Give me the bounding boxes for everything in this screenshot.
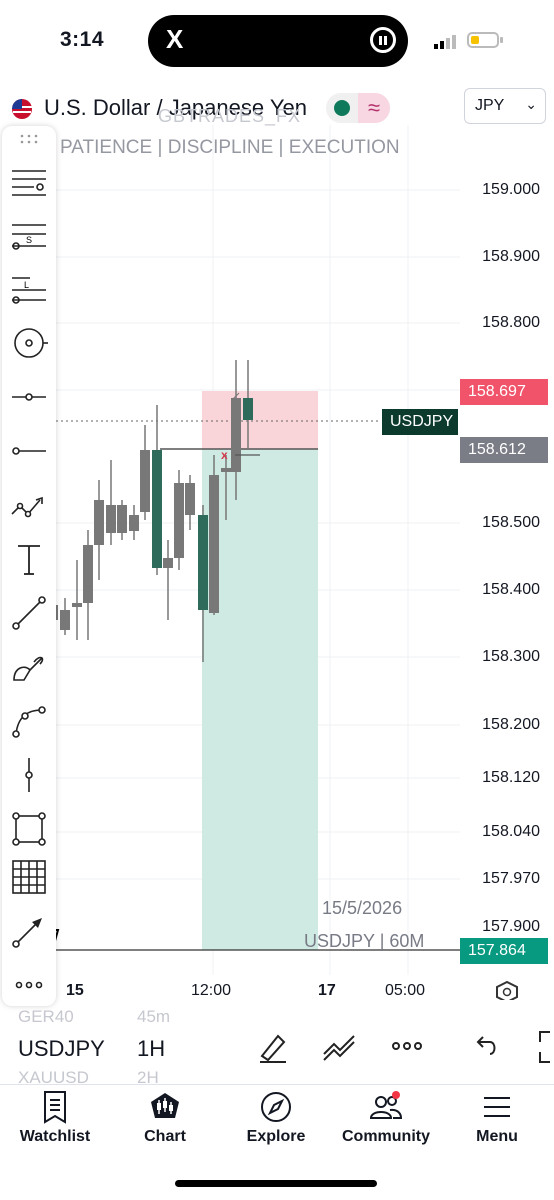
crosshair-lines-icon[interactable] — [10, 162, 48, 200]
watermark-motto: PATIENCE | DISCIPLINE | EXECUTION — [60, 137, 400, 158]
market-open-icon — [334, 100, 350, 116]
candle — [94, 500, 104, 545]
candle — [185, 483, 195, 515]
candle — [83, 545, 93, 603]
svg-text:S: S — [26, 235, 32, 245]
more-tools-icon[interactable] — [10, 966, 48, 1004]
arrow-icon[interactable] — [10, 912, 48, 950]
nav-menu[interactable]: Menu — [447, 1090, 547, 1146]
price-tick: 158.300 — [482, 648, 540, 665]
stop-loss-zone[interactable] — [202, 391, 318, 449]
candle — [198, 515, 208, 610]
home-indicator[interactable] — [175, 1180, 377, 1187]
trend-pattern-icon[interactable] — [10, 486, 48, 524]
symbol-selector[interactable]: USDJPY — [18, 1036, 105, 1062]
candle — [243, 398, 253, 420]
menu-icon — [484, 1097, 510, 1117]
price-tick: 158.900 — [482, 248, 540, 265]
candle — [221, 468, 231, 472]
horizontal-ray-icon[interactable] — [10, 378, 48, 416]
time-label: 15 — [66, 982, 84, 999]
rectangle-icon[interactable] — [10, 810, 48, 848]
watermark-name: GBTRADES_FX — [158, 106, 302, 126]
short-position-icon[interactable]: S — [10, 216, 48, 254]
symbol-interval-label: USDJPY | 60M — [304, 931, 425, 951]
nav-label: Menu — [476, 1128, 518, 1145]
candle — [72, 603, 82, 607]
ghost-symbol: XAUUSD — [18, 1068, 89, 1087]
fullscreen-icon[interactable] — [536, 1030, 554, 1064]
price-tick: 157.970 — [482, 870, 540, 887]
flag-icon — [12, 99, 32, 119]
pen-icon[interactable] — [256, 1030, 290, 1064]
ghost-symbol: GER40 — [18, 1007, 74, 1026]
candle — [152, 450, 162, 568]
nav-label: Chart — [144, 1128, 186, 1145]
entry-marker: x — [221, 448, 228, 462]
time-label: 17 — [318, 982, 336, 999]
target-price-tag[interactable]: 157.864 — [460, 938, 548, 964]
price-tick: 158.500 — [482, 514, 540, 531]
wave-icon: ≈ — [358, 93, 390, 123]
nav-label: Watchlist — [19, 1128, 91, 1145]
drawing-toolbar: S L — [2, 126, 56, 1006]
price-tick: 157.900 — [482, 918, 540, 935]
candle — [174, 483, 184, 558]
nav-explore[interactable]: Explore — [226, 1090, 326, 1146]
nav-community[interactable]: Community — [336, 1090, 436, 1146]
candle — [60, 610, 70, 630]
more-options-icon[interactable] — [390, 1036, 424, 1056]
price-tick: 158.040 — [482, 823, 540, 840]
candle — [129, 515, 139, 531]
market-status-pill[interactable]: ≈ — [326, 93, 390, 123]
currency-select[interactable]: JPY ⌄ — [464, 88, 546, 124]
cursor-target-icon[interactable] — [10, 324, 48, 362]
take-profit-zone[interactable] — [202, 449, 318, 950]
nav-watchlist[interactable]: Watchlist — [5, 1090, 105, 1146]
svg-text:L: L — [24, 280, 29, 290]
settings-hex-icon[interactable] — [496, 980, 518, 1000]
chart-icon — [151, 1093, 179, 1118]
curve-icon[interactable] — [10, 702, 48, 740]
time-label: 12:00 — [191, 982, 232, 999]
candle — [140, 450, 150, 512]
chevron-down-icon: ⌄ — [525, 96, 537, 112]
watchlist-icon — [44, 1091, 66, 1124]
time-label: 05:00 — [385, 982, 426, 999]
candle — [106, 505, 116, 533]
candle — [231, 398, 241, 472]
ghost-interval: 2H — [137, 1068, 159, 1087]
nav-label: Community — [342, 1128, 430, 1145]
brush-icon[interactable] — [10, 648, 48, 686]
candle — [209, 475, 219, 613]
drag-grip-icon[interactable] — [19, 134, 39, 144]
entry-price-tag[interactable]: 158.612 — [460, 437, 548, 463]
trend-line-icon[interactable] — [10, 594, 48, 632]
compass-icon — [261, 1092, 291, 1122]
vertical-line-icon[interactable] — [10, 756, 48, 794]
price-tick: 158.400 — [482, 581, 540, 598]
candle — [117, 505, 127, 533]
stop-price-tag[interactable]: 158.697 — [460, 379, 548, 405]
horizontal-line-icon[interactable] — [10, 432, 48, 470]
ghost-interval: 45m — [137, 1007, 171, 1026]
price-tick: 158.800 — [482, 314, 540, 331]
symbol-price-tag: USDJPY — [382, 409, 458, 435]
community-icon — [369, 1091, 403, 1119]
indicators-icon[interactable] — [322, 1032, 358, 1062]
price-tick: 158.120 — [482, 769, 540, 786]
nav-chart[interactable]: Chart — [115, 1090, 215, 1146]
divider — [0, 1084, 554, 1085]
nav-label: Explore — [246, 1128, 306, 1145]
price-tick: 158.200 — [482, 716, 540, 733]
long-position-icon[interactable]: L — [10, 270, 48, 308]
text-icon[interactable] — [10, 540, 48, 578]
candle — [163, 558, 173, 568]
interval-selector[interactable]: 1H — [137, 1036, 165, 1062]
price-tick: 159.000 — [482, 181, 540, 198]
grid-icon[interactable] — [10, 858, 48, 896]
undo-icon[interactable] — [472, 1034, 500, 1058]
chart-date-label: 15/5/2026 — [322, 898, 403, 918]
